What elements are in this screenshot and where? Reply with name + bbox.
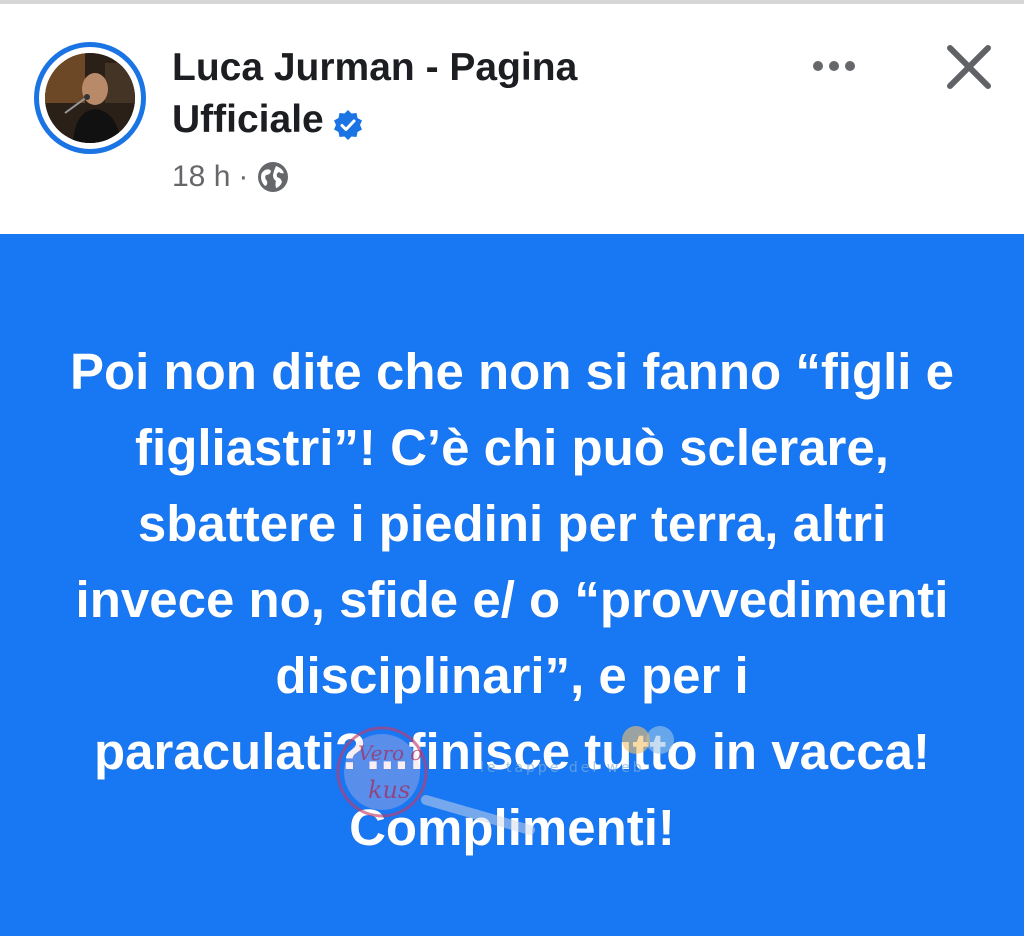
post-timestamp[interactable]: 18 h	[172, 160, 230, 194]
globe-icon[interactable]	[256, 160, 290, 194]
avatar-photo	[45, 53, 135, 143]
verified-badge-icon	[332, 103, 364, 140]
meta-separator: ·	[238, 160, 249, 193]
more-options-icon[interactable]	[808, 48, 860, 84]
post-text: Poi non dite che non si fanno “figli e f…	[69, 343, 954, 856]
close-icon[interactable]	[942, 40, 996, 94]
post-meta: 18 h ·	[172, 160, 290, 194]
post-header: Luca Jurman - Pagina Ufficiale 18 h ·	[0, 4, 1024, 234]
avatar[interactable]	[34, 42, 146, 154]
page-name-text[interactable]: Luca Jurman - Pagina Ufficiale	[172, 46, 577, 141]
page-name[interactable]: Luca Jurman - Pagina Ufficiale	[172, 42, 692, 146]
